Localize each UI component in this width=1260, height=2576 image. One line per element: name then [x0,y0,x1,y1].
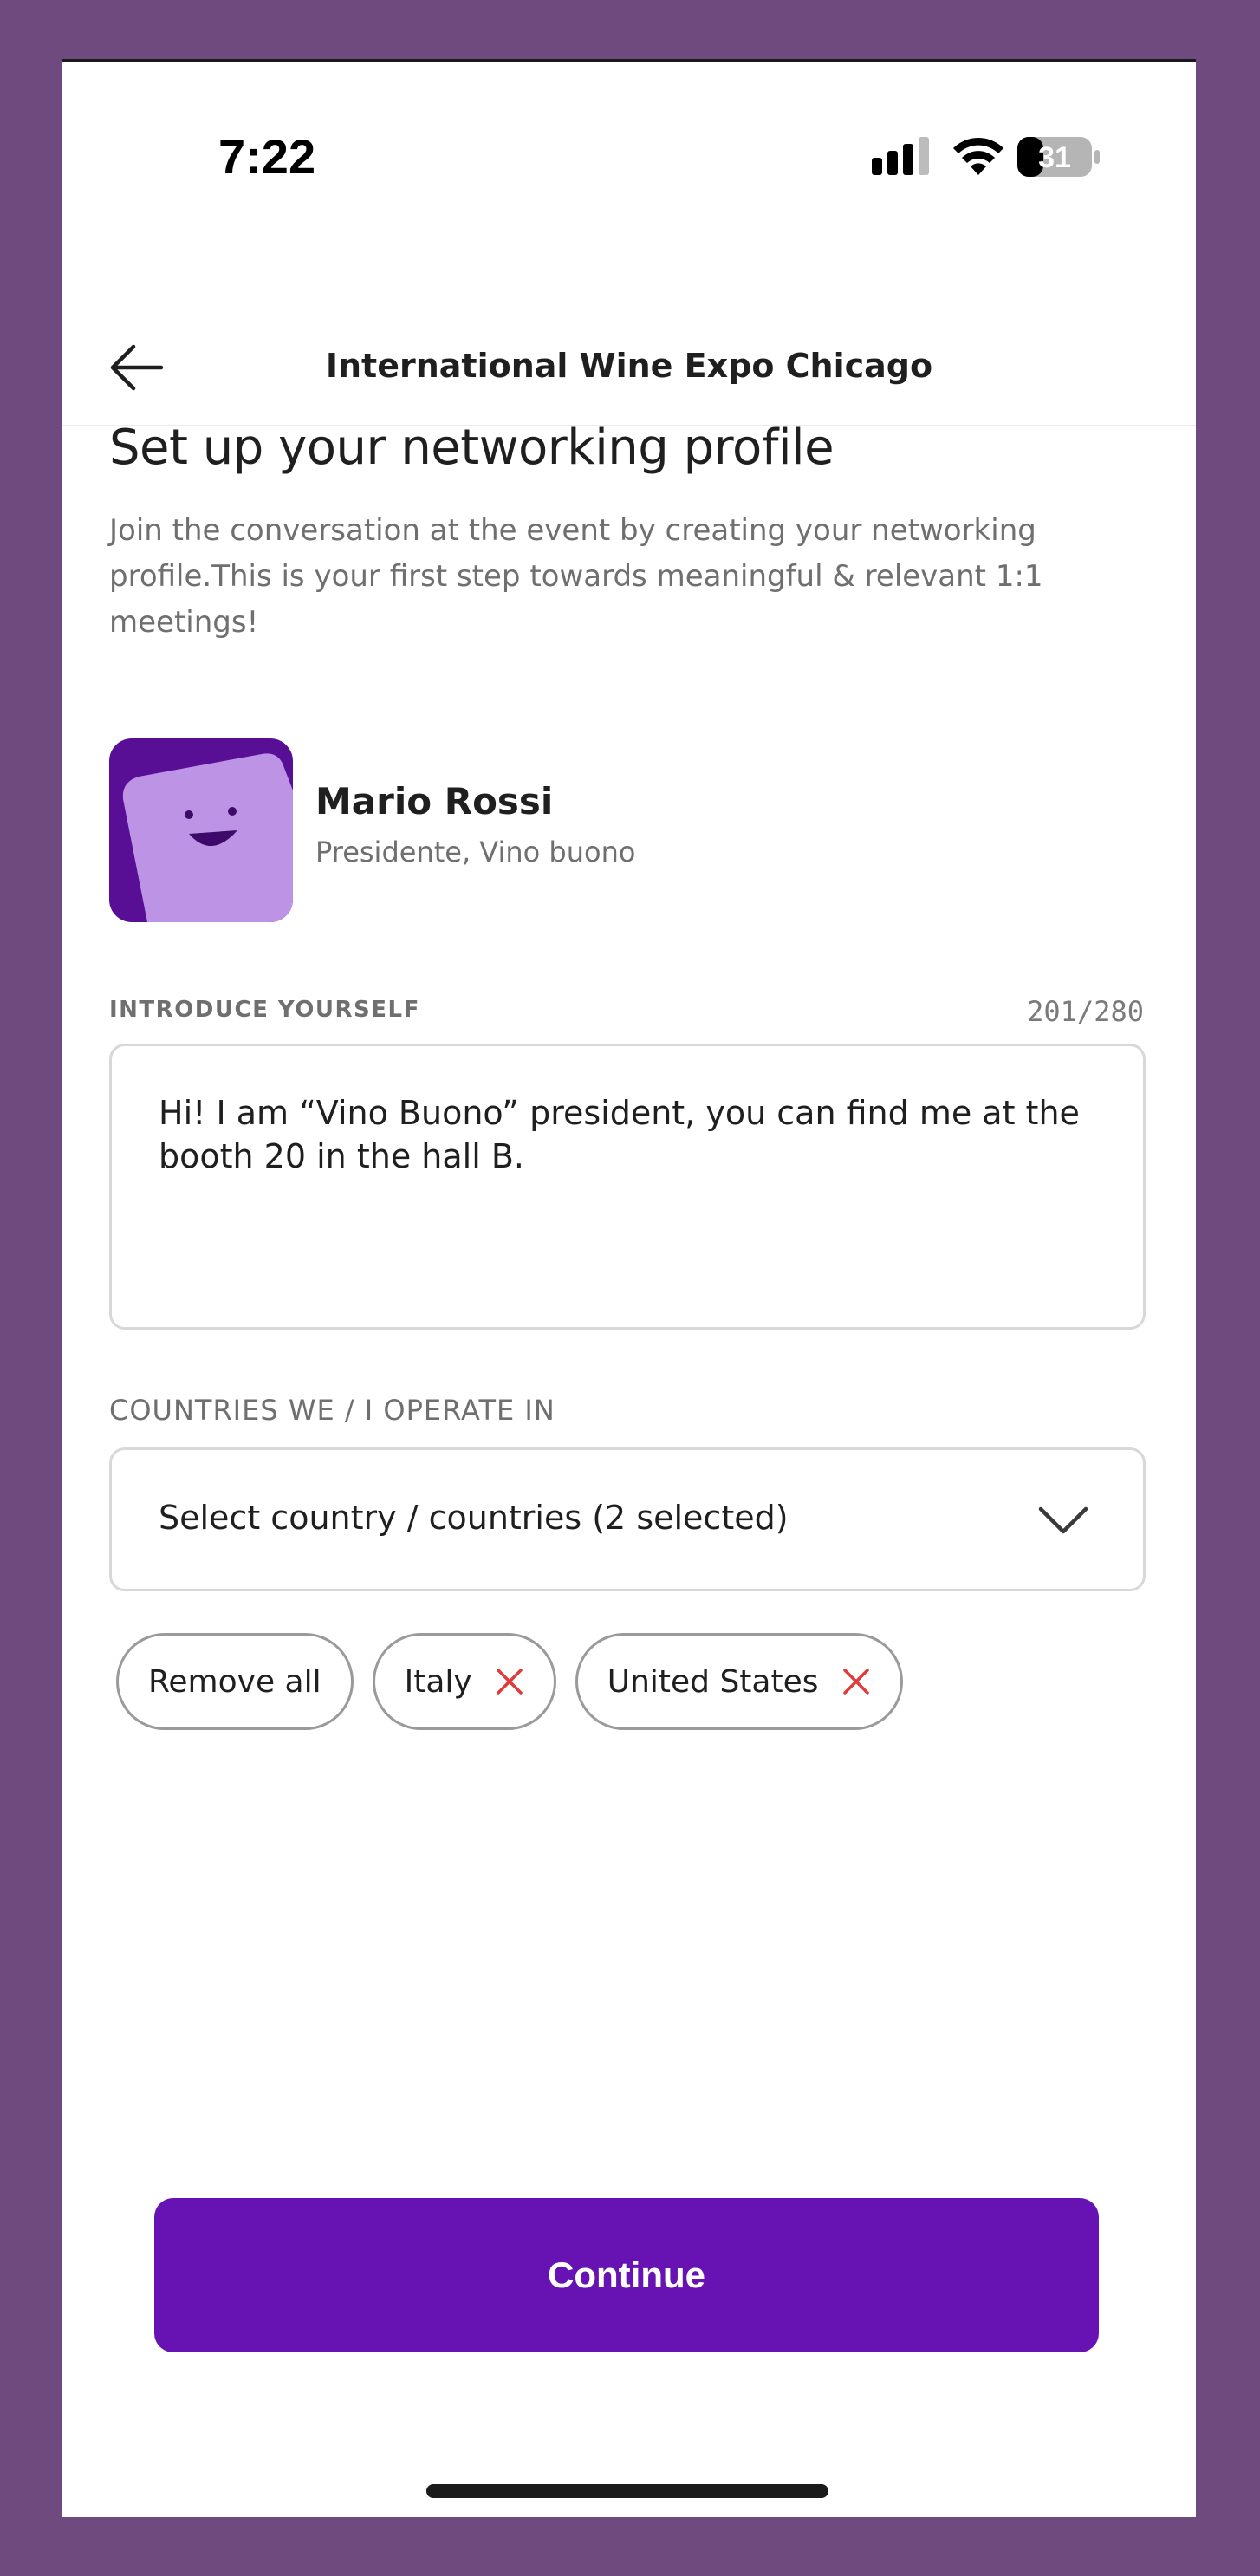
smiley-avatar-icon [109,738,293,922]
close-icon[interactable] [495,1667,524,1696]
selected-countries-chips: Remove all Italy United States [116,1633,903,1730]
introduce-textarea[interactable]: Hi! I am “Vino Buono” president, you can… [109,1044,1146,1330]
country-select-dropdown[interactable]: Select country / countries (2 selected) [109,1447,1146,1591]
country-select-text: Select country / countries (2 selected) [159,1499,789,1537]
top-header: International Wine Expo Chicago [62,296,1196,426]
page-description: Join the conversation at the event by cr… [109,513,1043,640]
country-chip-label: United States [607,1663,819,1700]
remove-all-label: Remove all [148,1663,321,1700]
remove-all-chip[interactable]: Remove all [116,1633,354,1730]
home-indicator[interactable] [426,2484,828,2498]
profile-role: Presidente, Vino buono [315,836,636,868]
page-title: Set up your networking profile [109,420,835,476]
close-icon[interactable] [841,1667,871,1696]
chevron-down-icon [1038,1506,1088,1534]
character-counter: 201/280 [1027,995,1144,1028]
profile-name: Mario Rossi [315,780,554,823]
introduce-label: INTRODUCE YOURSELF [109,997,420,1023]
battery-level: 31 [1038,141,1071,174]
country-chip-label: Italy [404,1663,472,1700]
wifi-icon [953,137,1003,175]
country-chip-italy[interactable]: Italy [372,1633,556,1730]
battery-icon: 31 [1017,137,1100,177]
status-time: 7:22 [218,129,316,184]
phone-screen: 7:22 31 International Wine Expo Chicago … [62,59,1196,2517]
status-bar: 7:22 31 [62,62,1196,236]
cellular-signal-icon [872,137,929,175]
event-title: International Wine Expo Chicago [325,347,933,385]
country-chip-united-states[interactable]: United States [575,1633,903,1730]
countries-label: COUNTRIES WE / I OPERATE IN [109,1394,555,1427]
continue-button[interactable]: Continue [154,2198,1099,2352]
